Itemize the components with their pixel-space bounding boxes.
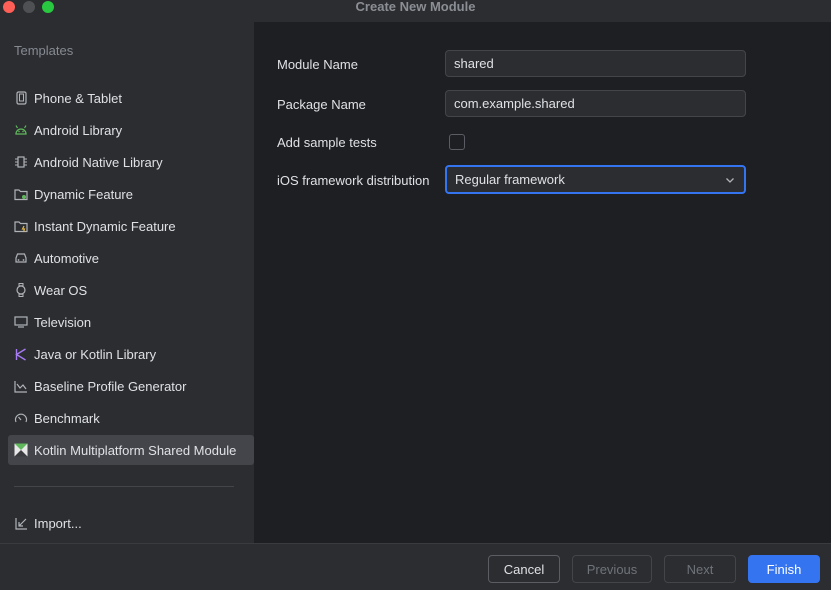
template-item-android-library[interactable]: Android Library xyxy=(8,115,254,145)
template-item-television[interactable]: Television xyxy=(8,307,254,337)
tv-icon xyxy=(14,315,28,329)
next-button[interactable]: Next xyxy=(664,555,736,583)
sample-tests-label: Add sample tests xyxy=(277,135,377,150)
phone-tablet-icon xyxy=(14,91,28,105)
dynamic-feature-folder-icon xyxy=(14,187,28,201)
ios-distribution-value: Regular framework xyxy=(455,172,565,187)
ios-distribution-label: iOS framework distribution xyxy=(277,173,430,188)
import-label: Import... xyxy=(34,515,82,531)
native-library-icon xyxy=(14,155,28,169)
chevron-down-icon xyxy=(724,174,736,186)
template-label: Java or Kotlin Library xyxy=(34,346,157,362)
template-item-baseline-profile-generator[interactable]: Baseline Profile Generator xyxy=(8,371,254,401)
module-form: Module Name Package Name Add sample test… xyxy=(256,22,831,543)
template-label: Android Native Library xyxy=(34,154,163,170)
dialog-footer: Cancel Previous Next Finish xyxy=(0,543,831,590)
template-item-wear-os[interactable]: Wear OS xyxy=(8,275,254,305)
watch-icon xyxy=(14,283,28,297)
package-name-label: Package Name xyxy=(277,97,366,112)
template-label: Dynamic Feature xyxy=(34,186,133,202)
gauge-icon xyxy=(14,411,28,425)
cancel-button[interactable]: Cancel xyxy=(488,555,560,583)
template-item-instant-dynamic-feature[interactable]: Instant Dynamic Feature xyxy=(8,211,254,241)
title-bar: Create New Module xyxy=(0,0,831,22)
module-name-input[interactable] xyxy=(445,50,746,77)
sample-tests-checkbox[interactable] xyxy=(449,134,465,150)
android-icon xyxy=(14,123,28,137)
previous-button[interactable]: Previous xyxy=(572,555,652,583)
chart-icon xyxy=(14,379,28,393)
template-item-kotlin-multiplatform-shared-module[interactable]: Kotlin Multiplatform Shared Module xyxy=(8,435,254,465)
template-label: Kotlin Multiplatform Shared Module xyxy=(34,442,237,458)
module-name-label: Module Name xyxy=(277,57,358,72)
template-item-benchmark[interactable]: Benchmark xyxy=(8,403,254,433)
template-label: Television xyxy=(34,314,92,330)
finish-button[interactable]: Finish xyxy=(748,555,820,583)
kmp-icon xyxy=(14,443,28,457)
template-item-automotive[interactable]: Automotive xyxy=(8,243,254,273)
template-label: Baseline Profile Generator xyxy=(34,378,187,394)
instant-feature-folder-icon xyxy=(14,219,28,233)
template-label: Automotive xyxy=(34,250,100,266)
template-item-dynamic-feature[interactable]: Dynamic Feature xyxy=(8,179,254,209)
window-title: Create New Module xyxy=(355,0,476,14)
template-label: Android Library xyxy=(34,122,123,138)
import-button[interactable]: Import... xyxy=(8,508,254,538)
ios-distribution-select[interactable]: Regular framework xyxy=(445,165,746,194)
package-name-input[interactable] xyxy=(445,90,746,117)
import-icon xyxy=(14,516,28,530)
template-label: Wear OS xyxy=(34,282,88,298)
template-label: Phone & Tablet xyxy=(34,90,122,106)
templates-sidebar: Templates Phone & Tablet Android Library… xyxy=(0,22,255,543)
template-item-android-native-library[interactable]: Android Native Library xyxy=(8,147,254,177)
template-label: Benchmark xyxy=(34,410,100,426)
templates-heading: Templates xyxy=(14,43,74,58)
sidebar-divider xyxy=(14,486,234,487)
template-item-phone-tablet[interactable]: Phone & Tablet xyxy=(8,83,254,113)
kotlin-icon xyxy=(14,347,28,361)
template-item-java-kotlin-library[interactable]: Java or Kotlin Library xyxy=(8,339,254,369)
template-label: Instant Dynamic Feature xyxy=(34,218,176,234)
car-icon xyxy=(14,251,28,265)
